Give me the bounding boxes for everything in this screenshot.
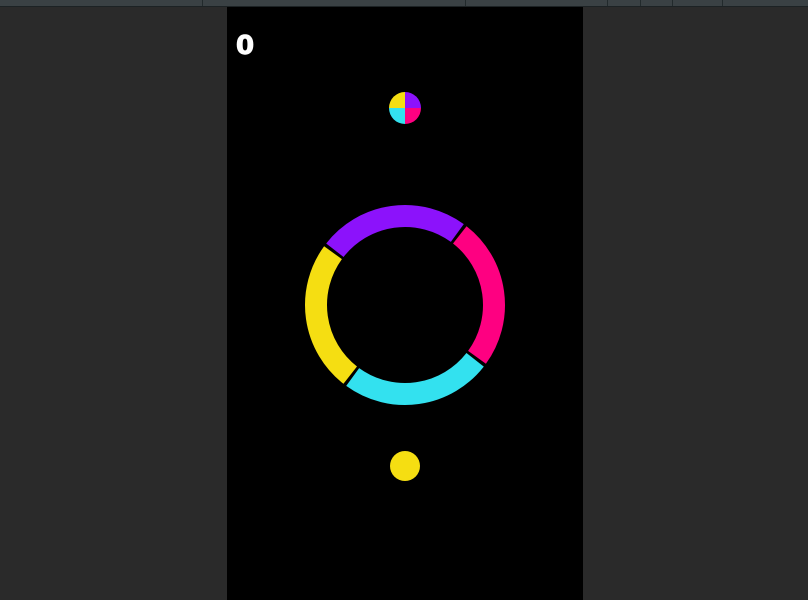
game-scene [305,92,505,481]
toolbar-field[interactable] [202,0,466,6]
game-canvas[interactable]: 0 [227,7,583,600]
toolbar-field[interactable] [465,0,608,6]
switcher-quadrant-pink [405,108,421,124]
switcher-quadrant-yellow [389,92,405,108]
browser-toolbar [0,0,808,7]
ring-segment-cyan [346,352,484,405]
toolbar-button[interactable] [640,0,673,6]
switcher-quadrant-purple [405,92,421,108]
player-ball [390,451,420,481]
ring-segment-yellow [305,246,358,384]
color-ring-obstacle [305,205,505,405]
toolbar-button[interactable] [722,0,808,6]
toolbar-button[interactable] [607,0,641,6]
color-switcher [389,92,421,124]
toolbar-button[interactable] [672,0,723,6]
switcher-quadrant-cyan [389,108,405,124]
ring-segment-purple [326,205,464,258]
ring-segment-pink [452,226,505,364]
